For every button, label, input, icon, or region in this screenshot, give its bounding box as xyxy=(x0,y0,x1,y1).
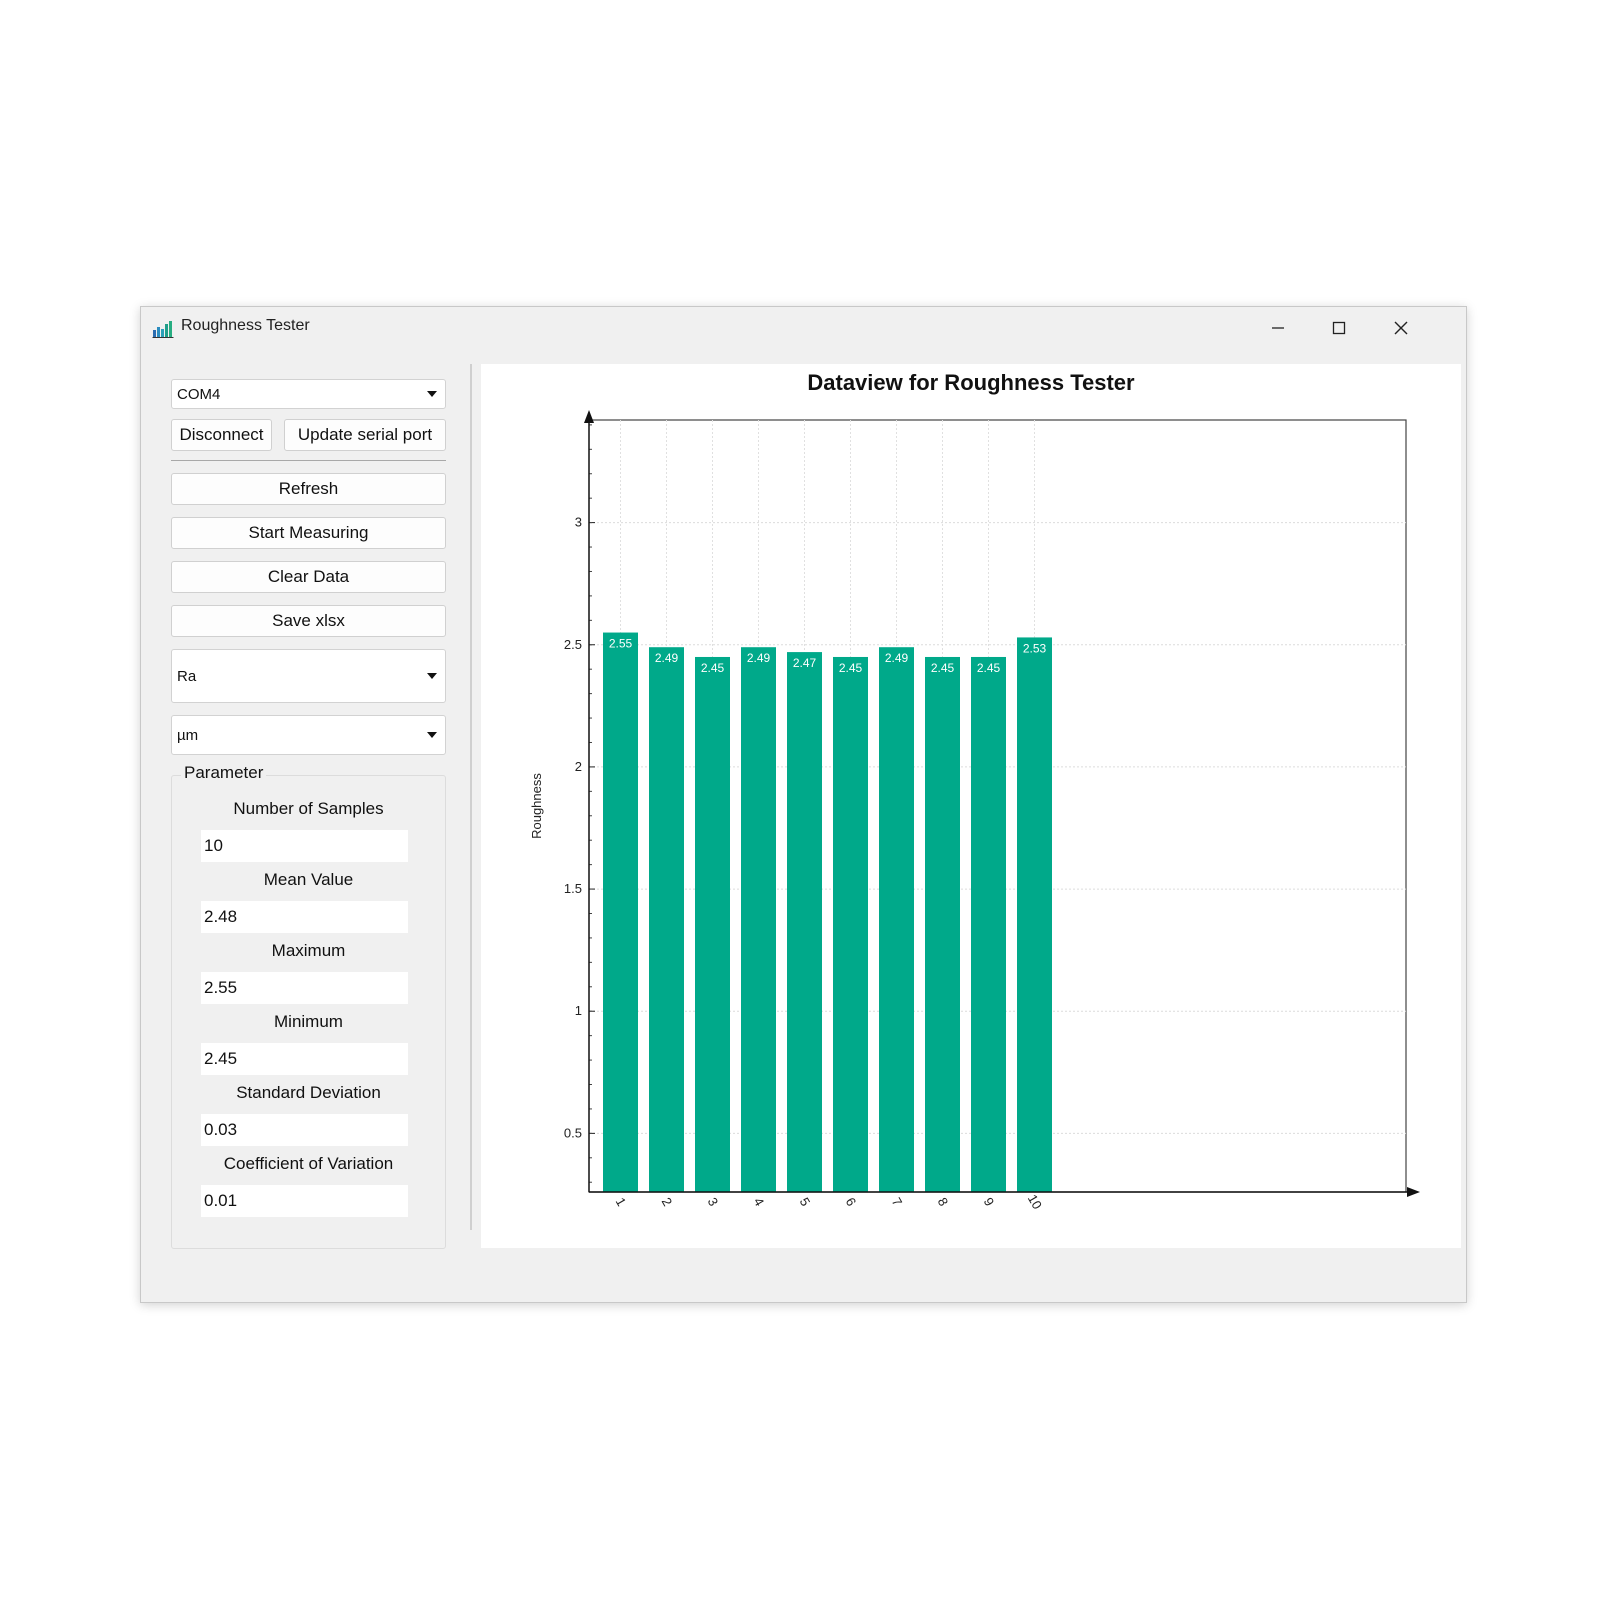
title-bar[interactable]: Roughness Tester xyxy=(141,307,1466,349)
minimize-button[interactable] xyxy=(1250,311,1306,345)
parameter-select-value: Ra xyxy=(177,667,197,685)
save-xlsx-button[interactable]: Save xlsx xyxy=(171,605,446,637)
bar-value-label: 2.49 xyxy=(885,651,909,665)
unit-select[interactable]: µm xyxy=(171,715,446,755)
samples-label: Number of Samples xyxy=(233,799,384,818)
refresh-button[interactable]: Refresh xyxy=(171,473,446,505)
x-axis-arrow xyxy=(1407,1187,1420,1197)
serial-port-select[interactable]: COM4 xyxy=(171,379,446,409)
bar xyxy=(833,656,868,1192)
cv-field[interactable]: 0.01 xyxy=(201,1185,408,1217)
bar-value-label: 2.45 xyxy=(839,661,863,675)
maximum-label: Maximum xyxy=(271,941,346,960)
mean-label: Mean Value xyxy=(263,870,354,889)
bar xyxy=(695,656,730,1192)
window-title: Roughness Tester xyxy=(181,317,310,334)
unit-select-value: µm xyxy=(177,726,199,744)
bar xyxy=(971,656,1006,1192)
std-dev-label: Standard Deviation xyxy=(236,1083,381,1102)
chevron-down-icon xyxy=(427,391,437,397)
bar xyxy=(1017,637,1052,1192)
std-dev-field[interactable]: 0.03 xyxy=(201,1114,408,1146)
y-tick-label: 1 xyxy=(575,1003,582,1018)
clear-data-button[interactable]: Clear Data xyxy=(171,561,446,593)
serial-port-value: COM4 xyxy=(177,385,221,403)
x-tick-label: 1 xyxy=(613,1195,630,1209)
bar-value-label: 2.45 xyxy=(931,661,955,675)
x-tick-label: 8 xyxy=(935,1195,952,1209)
panel-splitter[interactable] xyxy=(470,364,472,1230)
separator xyxy=(171,460,446,461)
samples-field[interactable]: 10 xyxy=(201,830,408,862)
bar-value-label: 2.55 xyxy=(609,637,633,651)
chart-title: Dataview for Roughness Tester xyxy=(807,370,1135,395)
mean-field[interactable]: 2.48 xyxy=(201,901,408,933)
minimize-icon xyxy=(1272,327,1284,329)
close-button[interactable] xyxy=(1373,311,1429,345)
bar-value-label: 2.53 xyxy=(1023,641,1047,655)
maximize-icon xyxy=(1332,321,1346,335)
maximum-field[interactable]: 2.55 xyxy=(201,972,408,1004)
start-measuring-button[interactable]: Start Measuring xyxy=(171,517,446,549)
y-tick-label: 1.5 xyxy=(564,881,582,896)
y-tick-label: 3 xyxy=(575,515,582,530)
x-tick-label: 6 xyxy=(843,1195,860,1209)
cv-label: Coefficient of Variation xyxy=(223,1154,394,1173)
bar-value-label: 2.45 xyxy=(977,661,1001,675)
bar xyxy=(741,647,776,1192)
bar-chart: 0.511.522.532.5512.4922.4532.4942.4752.4… xyxy=(529,410,1420,1212)
bar-value-label: 2.49 xyxy=(747,651,771,665)
x-tick-label: 2 xyxy=(659,1195,676,1209)
y-axis-arrow xyxy=(584,410,594,423)
bar xyxy=(787,652,822,1192)
close-icon xyxy=(1394,321,1408,335)
minimum-field[interactable]: 2.45 xyxy=(201,1043,408,1075)
update-serial-port-button[interactable]: Update serial port xyxy=(284,419,446,451)
maximize-button[interactable] xyxy=(1311,311,1367,345)
bar-chart-icon xyxy=(152,321,174,338)
y-tick-label: 2.5 xyxy=(564,637,582,652)
x-tick-label: 9 xyxy=(981,1195,998,1209)
bar xyxy=(649,647,684,1192)
chart-view: Dataview for Roughness Tester 0.5 1 1.5 2 2.… xyxy=(481,364,1461,1248)
bar-value-label: 2.47 xyxy=(793,656,817,670)
x-tick-label: 7 xyxy=(889,1195,906,1209)
x-tick-label: 5 xyxy=(797,1195,814,1209)
y-tick-label: 2 xyxy=(575,759,582,774)
minimum-label: Minimum xyxy=(274,1012,343,1031)
x-tick-label: 3 xyxy=(705,1195,722,1209)
bar-value-label: 2.49 xyxy=(655,651,679,665)
chevron-down-icon xyxy=(427,732,437,738)
disconnect-button[interactable]: Disconnect xyxy=(171,419,272,451)
bar xyxy=(879,647,914,1192)
app-window: Roughness Tester COM4 Disconnect Update … xyxy=(140,306,1467,1303)
bar xyxy=(603,632,638,1192)
y-tick-label: 0.5 xyxy=(564,1125,582,1140)
bar xyxy=(925,656,960,1192)
y-axis-label: Roughness xyxy=(529,773,544,839)
x-tick-label: 10 xyxy=(1025,1192,1045,1212)
chevron-down-icon xyxy=(427,673,437,679)
x-tick-label: 4 xyxy=(751,1195,768,1209)
parameter-select[interactable]: Ra xyxy=(171,649,446,703)
bar-value-label: 2.45 xyxy=(701,661,725,675)
parameter-group-title: Parameter xyxy=(181,763,267,783)
